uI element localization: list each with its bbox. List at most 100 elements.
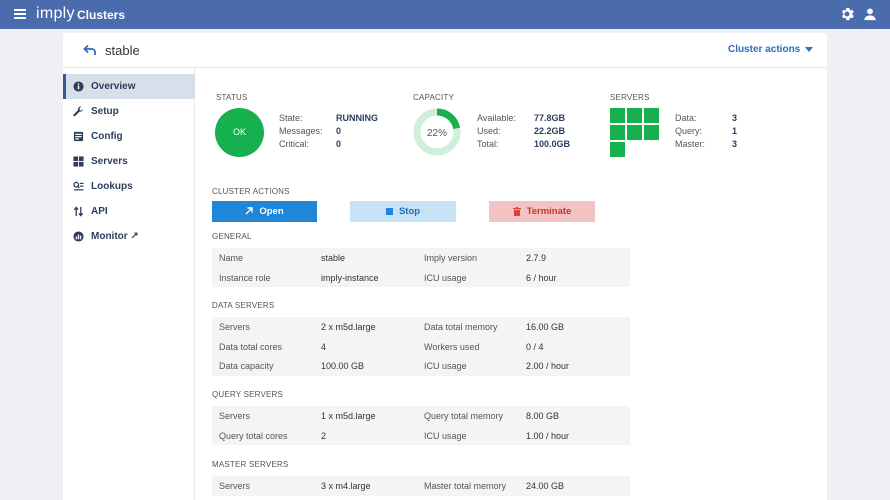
master-servers-section-label: MASTER SERVERS bbox=[212, 460, 289, 469]
table-cell-value: 1.00 / hour bbox=[526, 430, 570, 441]
table-cell-value: 0 / 4 bbox=[526, 341, 544, 352]
table-cell-key: Data total memory bbox=[424, 322, 498, 332]
sidebar-item-label: Config bbox=[91, 131, 123, 142]
server-square bbox=[627, 108, 642, 123]
terminate-button-label: Terminate bbox=[526, 206, 572, 217]
gear-icon[interactable] bbox=[840, 7, 854, 21]
open-button[interactable]: Open bbox=[212, 201, 317, 222]
status-messages-key: Messages: bbox=[279, 126, 323, 136]
wrench-icon bbox=[73, 106, 84, 117]
sidebar-item-lookups[interactable]: Lookups bbox=[63, 174, 195, 199]
monitor-icon bbox=[73, 231, 84, 242]
capacity-total-value: 100.0GB bbox=[534, 139, 571, 149]
brand-logo[interactable]: imply bbox=[36, 5, 75, 23]
status-state-key: State: bbox=[279, 113, 303, 123]
table-row: Query total cores 2 ICU usage 1.00 / hou… bbox=[212, 426, 630, 446]
sidebar-item-label: API bbox=[91, 206, 108, 217]
table-cell-value: 2.7.9 bbox=[526, 253, 547, 263]
servers-query-value: 1 bbox=[732, 126, 738, 136]
server-square bbox=[610, 142, 625, 157]
table-cell-key: Workers used bbox=[424, 341, 480, 352]
table-cell-key: Imply version bbox=[424, 253, 478, 263]
capacity-used-key: Used: bbox=[477, 126, 501, 136]
table-row: Data total cores 4 Workers used 0 / 4 bbox=[212, 337, 630, 357]
cluster-actions-label: Cluster actions bbox=[728, 44, 801, 55]
status-ok-badge: OK bbox=[215, 108, 264, 157]
table-cell-value: 2 x m5d.large bbox=[321, 322, 376, 332]
stop-square-icon bbox=[385, 207, 393, 215]
terminate-button[interactable]: Terminate bbox=[489, 201, 595, 222]
sidebar-item-api[interactable]: API bbox=[63, 199, 195, 224]
arrow-up-right-icon bbox=[245, 207, 254, 215]
table-row: Instance role imply-instance ICU usage 6… bbox=[212, 268, 630, 288]
sidebar-item-label: Lookups bbox=[91, 181, 133, 192]
servers-section-label: SERVERS bbox=[610, 93, 650, 102]
capacity-available-key: Available: bbox=[477, 113, 516, 123]
stop-button[interactable]: Stop bbox=[350, 201, 456, 222]
capacity-percent: 22% bbox=[426, 128, 447, 139]
capacity-total-key: Total: bbox=[477, 139, 499, 149]
table-cell-value: 3 x m4.large bbox=[321, 481, 371, 491]
servers-master-value: 3 bbox=[732, 139, 738, 149]
top-bar: imply Clusters bbox=[0, 0, 890, 29]
status-section-label: STATUS bbox=[216, 93, 248, 102]
table-cell-value: 8.00 GB bbox=[526, 411, 560, 421]
cluster-header: stable Cluster actions bbox=[63, 33, 827, 68]
sidebar-item-setup[interactable]: Setup bbox=[63, 99, 195, 124]
cluster-actions-section-label: CLUSTER ACTIONS bbox=[212, 187, 290, 196]
sidebar-item-label: Servers bbox=[91, 156, 128, 167]
lookups-icon bbox=[73, 181, 84, 191]
table-cell-value: 6 / hour bbox=[526, 272, 557, 283]
capacity-used-value: 22.2GB bbox=[534, 126, 566, 136]
stop-button-label: Stop bbox=[398, 206, 421, 217]
status-critical-value: 0 bbox=[336, 139, 342, 149]
table-cell-value: imply-instance bbox=[321, 272, 379, 283]
data-servers-table: Servers 2 x m5d.large Data total memory … bbox=[212, 317, 630, 376]
servers-data-value: 3 bbox=[732, 113, 738, 123]
table-cell-key: Servers bbox=[219, 322, 251, 332]
query-servers-section-label: QUERY SERVERS bbox=[212, 390, 284, 399]
table-cell-key: ICU usage bbox=[424, 430, 467, 441]
back-arrow-icon[interactable] bbox=[83, 44, 97, 56]
table-cell-value: 100.00 GB bbox=[321, 361, 365, 371]
page-title: Clusters bbox=[77, 8, 126, 22]
sidebar-item-monitor[interactable]: Monitor ↗ bbox=[63, 224, 195, 249]
sidebar-item-servers[interactable]: Servers bbox=[63, 149, 195, 174]
general-section-label: GENERAL bbox=[212, 232, 252, 241]
table-cell-key: Data total cores bbox=[219, 341, 283, 352]
servers-master-key: Master: bbox=[675, 139, 706, 149]
table-cell-value: stable bbox=[321, 253, 346, 263]
open-button-label: Open bbox=[259, 206, 284, 217]
capacity-available-value: 77.8GB bbox=[534, 113, 566, 123]
table-cell-value: 4 bbox=[321, 341, 327, 352]
user-avatar-icon[interactable] bbox=[863, 7, 877, 21]
table-cell-value: 1 x m5d.large bbox=[321, 411, 376, 421]
table-cell-key: Query total memory bbox=[424, 411, 504, 421]
table-row: Servers 1 x m5d.large Query total memory… bbox=[212, 406, 630, 426]
master-servers-table: Servers 3 x m4.large Master total memory… bbox=[212, 476, 630, 496]
cluster-actions-dropdown[interactable]: Cluster actions bbox=[728, 44, 814, 55]
status-state-value: RUNNING bbox=[336, 113, 378, 123]
table-row: Servers 2 x m5d.large Data total memory … bbox=[212, 317, 630, 337]
status-messages-value: 0 bbox=[336, 126, 342, 136]
trash-icon bbox=[512, 206, 521, 216]
sidebar-item-config[interactable]: Config bbox=[63, 124, 195, 149]
chevron-down-icon bbox=[805, 46, 814, 52]
table-cell-key: Data capacity bbox=[219, 361, 274, 371]
table-row: Name stable Imply version 2.7.9 bbox=[212, 248, 630, 268]
hamburger-menu-icon[interactable] bbox=[14, 9, 26, 19]
table-cell-value: 2.00 / hour bbox=[526, 361, 570, 371]
table-cell-key: ICU usage bbox=[424, 272, 467, 283]
servers-query-key: Query: bbox=[675, 126, 703, 136]
sidebar: Overview Setup Config Servers Lookups AP… bbox=[63, 74, 195, 249]
status-critical-key: Critical: bbox=[279, 139, 310, 149]
servers-grid-icon bbox=[610, 108, 660, 157]
sidebar-item-overview[interactable]: Overview bbox=[63, 74, 195, 99]
table-cell-key: Name bbox=[219, 253, 244, 263]
table-cell-key: Master total memory bbox=[424, 481, 507, 491]
server-square bbox=[610, 108, 625, 123]
servers-icon bbox=[73, 156, 84, 167]
table-cell-value: 16.00 GB bbox=[526, 322, 565, 332]
server-square bbox=[610, 125, 625, 140]
table-cell-key: Servers bbox=[219, 481, 251, 491]
